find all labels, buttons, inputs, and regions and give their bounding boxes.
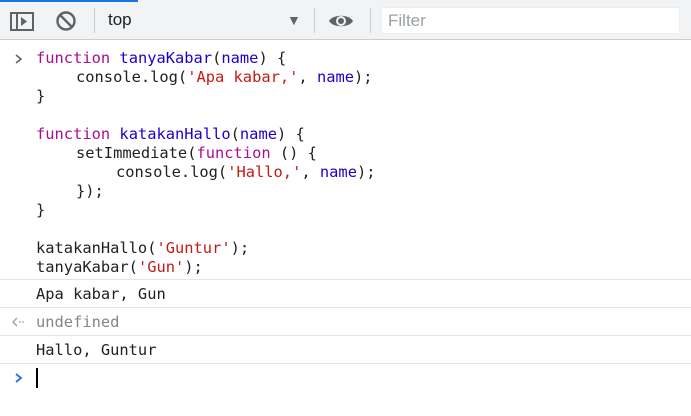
- console-result-entry: undefined: [0, 308, 691, 336]
- code-text: katakanHallo(: [36, 239, 157, 257]
- log-text[interactable]: Hallo, Guntur: [36, 341, 156, 360]
- code-text: }: [36, 87, 46, 105]
- log-text[interactable]: Apa kabar, Gun: [36, 285, 166, 304]
- function-name: katakanHallo: [119, 125, 231, 143]
- string-literal: 'Gun': [137, 258, 185, 276]
- punctuation: );: [356, 163, 376, 181]
- parameter: name: [316, 68, 355, 86]
- toolbar-divider: [314, 8, 315, 33]
- parameter: name: [239, 125, 277, 143]
- code-text: console.log(: [116, 163, 228, 181]
- live-expression-button[interactable]: [328, 8, 354, 34]
- code-text: }: [36, 201, 46, 219]
- code-text: setImmediate(: [76, 144, 197, 162]
- punctuation: );: [184, 258, 203, 276]
- console-prompt[interactable]: [0, 364, 691, 416]
- punctuation: ,: [301, 163, 320, 181]
- filter-field[interactable]: [381, 7, 680, 34]
- punctuation: (: [230, 125, 240, 143]
- parameter: name: [319, 163, 357, 181]
- show-sidebar-button[interactable]: [9, 8, 35, 34]
- punctuation: ,: [298, 68, 317, 86]
- code-text: });: [76, 182, 104, 200]
- punctuation: ) {: [276, 125, 305, 143]
- sidebar-toggle-icon: [10, 12, 34, 31]
- string-literal: 'Hallo,': [227, 163, 302, 181]
- context-value: top: [108, 10, 132, 29]
- keyword: function: [196, 144, 271, 162]
- prompt-chevron-icon: [15, 373, 23, 383]
- execution-context-select[interactable]: top ▼: [98, 6, 308, 34]
- punctuation: (: [212, 49, 222, 67]
- console-log-message: Hallo, Guntur: [0, 336, 691, 364]
- filter-input[interactable]: [382, 8, 679, 33]
- console-input-entry: function tanyaKabar(name) { console.log(…: [0, 40, 691, 280]
- parameter: name: [221, 49, 259, 67]
- keyword: function: [36, 125, 111, 143]
- console-messages: function tanyaKabar(name) { console.log(…: [0, 40, 691, 416]
- punctuation: );: [230, 239, 250, 257]
- console-toolbar: top ▼: [0, 0, 691, 40]
- dropdown-caret-icon: ▼: [287, 12, 301, 28]
- punctuation: ) {: [258, 49, 287, 67]
- function-name: tanyaKabar: [119, 49, 213, 67]
- string-literal: 'Guntur': [156, 239, 231, 257]
- active-tab-indicator: [0, 0, 138, 2]
- clear-console-button[interactable]: [53, 8, 79, 34]
- punctuation: );: [354, 68, 373, 86]
- result-value[interactable]: undefined: [36, 313, 119, 332]
- code-text: tanyaKabar(: [36, 258, 138, 276]
- toolbar-divider: [370, 8, 371, 33]
- toolbar-divider: [94, 8, 95, 33]
- devtools-console-panel: top ▼ function tanyaKabar(name) { consol…: [0, 0, 691, 416]
- result-arrow-icon: [12, 317, 24, 327]
- punctuation: () {: [270, 144, 317, 162]
- code-block: function tanyaKabar(name) { console.log(…: [36, 49, 376, 277]
- string-literal: 'Apa kabar,': [187, 68, 299, 86]
- clear-console-icon: [56, 11, 76, 31]
- eye-icon: [329, 15, 353, 27]
- input-chevron-icon: [15, 54, 23, 64]
- console-log-message: Apa kabar, Gun: [0, 280, 691, 308]
- text-cursor: [36, 368, 38, 388]
- code-text: console.log(: [76, 68, 188, 86]
- keyword: function: [36, 49, 111, 67]
